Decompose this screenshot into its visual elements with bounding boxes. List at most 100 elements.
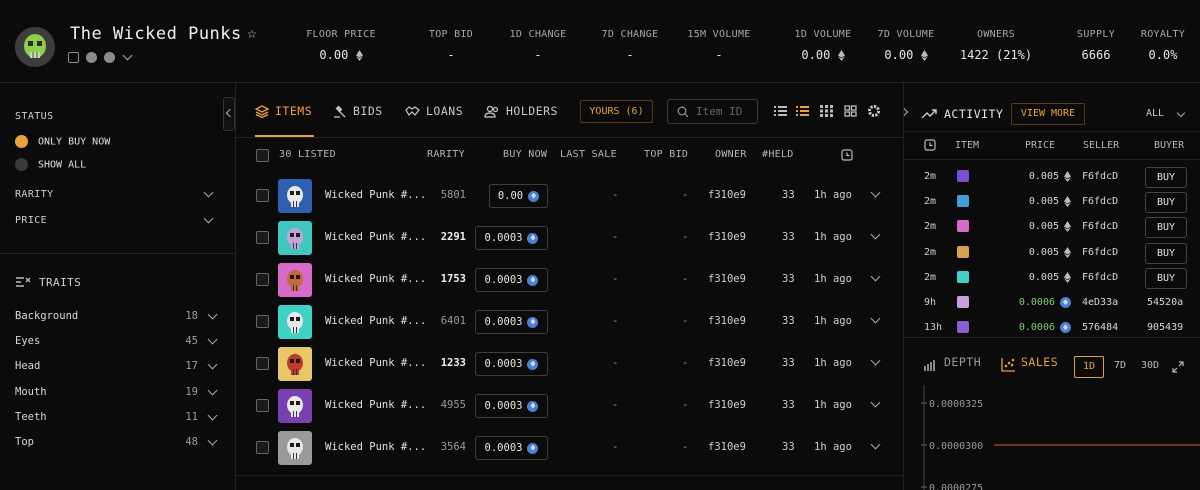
favorite-star-icon[interactable]: ☆	[247, 23, 257, 42]
nft-name[interactable]: Wicked Punk #...	[325, 441, 426, 453]
item-thumbnail[interactable]	[957, 270, 969, 283]
copy-icon[interactable]	[68, 52, 79, 63]
settings-gear-icon[interactable]	[867, 104, 881, 118]
row-checkbox[interactable]	[256, 315, 269, 328]
depth-tab[interactable]: DEPTH	[944, 355, 981, 369]
activity-row[interactable]: 2m 0.005 F6fdcD BUY	[904, 215, 1200, 240]
clock-icon[interactable]	[841, 149, 853, 161]
row-checkbox[interactable]	[256, 231, 269, 244]
tab-loans[interactable]: LOANS	[405, 104, 463, 118]
view-more-button[interactable]: VIEW MORE	[1011, 103, 1085, 125]
buy-button[interactable]: BUY	[1145, 242, 1187, 264]
trait-filter-background[interactable]: Background 18	[15, 309, 220, 322]
seller-address[interactable]: F6fdcD	[1082, 247, 1118, 258]
chevron-down-icon[interactable]	[870, 355, 881, 366]
table-row[interactable]: Wicked Punk #... 5801 0.00 - - f310e9 33 1h ago	[236, 175, 903, 217]
buy-now-button[interactable]: 0.00	[489, 184, 548, 208]
expand-icon[interactable]	[1172, 361, 1184, 373]
website-icon[interactable]	[104, 52, 115, 63]
only-buy-now-option[interactable]: ONLY BUY NOW	[15, 135, 110, 148]
detailed-list-icon[interactable]	[796, 105, 809, 117]
trait-filter-mouth[interactable]: Mouth 19	[15, 385, 220, 398]
nft-thumbnail[interactable]	[278, 263, 312, 297]
select-all-checkbox[interactable]	[256, 149, 269, 162]
range-1d-button[interactable]: 1D	[1074, 356, 1104, 378]
nft-name[interactable]: Wicked Punk #...	[325, 399, 426, 411]
show-all-option[interactable]: SHOW ALL	[15, 158, 86, 171]
nft-name[interactable]: Wicked Punk #...	[325, 357, 426, 369]
range-7d-button[interactable]: 7D	[1107, 356, 1133, 378]
nft-thumbnail[interactable]	[278, 347, 312, 381]
tab-holders[interactable]: HOLDERS	[484, 104, 558, 118]
nft-name[interactable]: Wicked Punk #...	[325, 231, 426, 243]
buy-now-button[interactable]: 0.0003	[475, 310, 548, 334]
chevron-down-icon[interactable]	[122, 50, 133, 61]
nft-name[interactable]: Wicked Punk #...	[325, 315, 426, 327]
trait-filter-teeth[interactable]: Teeth 11	[15, 410, 220, 423]
table-row[interactable]: Wicked Punk #... 1753 0.0003 - - f310e9 33 1h a…	[236, 259, 903, 301]
trait-filter-eyes[interactable]: Eyes 45	[15, 334, 220, 347]
nft-name[interactable]: Wicked Punk #...	[325, 273, 426, 285]
buy-button[interactable]: BUY	[1145, 192, 1187, 214]
nft-thumbnail[interactable]	[278, 389, 312, 423]
chevron-down-icon[interactable]	[870, 397, 881, 408]
column-last-sale[interactable]: LAST SALE	[560, 149, 617, 160]
large-grid-icon[interactable]	[844, 105, 857, 117]
table-row[interactable]: Wicked Punk #... 2291 0.0003 - - f310e9 33 1h a…	[236, 217, 903, 259]
buy-button[interactable]: BUY	[1145, 217, 1187, 239]
owner-address[interactable]: f310e9	[708, 399, 746, 411]
buyer-address[interactable]: 54520a	[1147, 297, 1183, 308]
yours-button[interactable]: YOURS (6)	[580, 100, 653, 123]
activity-row[interactable]: 2m 0.005 F6fdcD BUY	[904, 266, 1200, 291]
activity-row[interactable]: 9h 0.0006 4eD33a 54520a	[904, 291, 1200, 316]
chevron-down-icon[interactable]	[870, 271, 881, 282]
small-grid-icon[interactable]	[820, 105, 833, 117]
chevron-down-icon[interactable]	[203, 213, 214, 224]
column-buy-now[interactable]: BUY NOW	[503, 149, 547, 160]
buy-button[interactable]: BUY	[1145, 167, 1187, 188]
buyer-address[interactable]: 905439	[1147, 322, 1183, 333]
seller-address[interactable]: F6fdcD	[1082, 221, 1118, 232]
column-held[interactable]: #HELD	[762, 149, 794, 160]
column-rarity[interactable]: RARITY	[427, 149, 465, 160]
owner-address[interactable]: f310e9	[708, 231, 746, 243]
table-row[interactable]: Wicked Punk #... 6401 0.0003 - - f310e9 33 1h a…	[236, 301, 903, 343]
seller-address[interactable]: F6fdcD	[1082, 171, 1118, 182]
nft-name[interactable]: Wicked Punk #...	[325, 189, 426, 201]
owner-address[interactable]: f310e9	[708, 273, 746, 285]
price-filter[interactable]: PRICE	[15, 215, 47, 226]
owner-address[interactable]: f310e9	[708, 189, 746, 201]
chevron-down-icon[interactable]	[203, 187, 214, 198]
chevron-down-icon[interactable]	[870, 229, 881, 240]
activity-row[interactable]: 2m 0.005 F6fdcD BUY	[904, 241, 1200, 266]
seller-address[interactable]: 576484	[1082, 322, 1118, 333]
nft-thumbnail[interactable]	[278, 221, 312, 255]
twitter-icon[interactable]	[86, 52, 97, 63]
owner-address[interactable]: f310e9	[708, 357, 746, 369]
seller-address[interactable]: 4eD33a	[1082, 297, 1118, 308]
trait-filter-head[interactable]: Head 17	[15, 359, 220, 372]
row-checkbox[interactable]	[256, 399, 269, 412]
item-thumbnail[interactable]	[957, 195, 969, 208]
sales-tab[interactable]: SALES	[1021, 355, 1058, 369]
tab-items[interactable]: ITEMS	[255, 104, 312, 118]
table-row[interactable]: Wicked Punk #... 3564 0.0003 - - f310e9 33 1h a…	[236, 427, 903, 469]
chevron-down-icon[interactable]	[870, 439, 881, 450]
column-owner[interactable]: OWNER	[715, 149, 747, 160]
item-thumbnail[interactable]	[957, 170, 969, 182]
item-thumbnail[interactable]	[957, 321, 969, 334]
table-row[interactable]: Wicked Punk #... 4955 0.0003 - - f310e9 33 1h a…	[236, 385, 903, 427]
list-view-icon[interactable]	[774, 105, 787, 117]
buy-now-button[interactable]: 0.0003	[475, 226, 548, 250]
buy-button[interactable]: BUY	[1145, 267, 1187, 289]
activity-row[interactable]: 2m 0.005 F6fdcD BUY	[904, 165, 1200, 190]
seller-address[interactable]: F6fdcD	[1082, 272, 1118, 283]
activity-row[interactable]: 2m 0.005 F6fdcD BUY	[904, 190, 1200, 215]
buy-now-button[interactable]: 0.0003	[475, 268, 548, 292]
owner-address[interactable]: f310e9	[708, 441, 746, 453]
owner-address[interactable]: f310e9	[708, 315, 746, 327]
nft-thumbnail[interactable]	[278, 305, 312, 339]
buy-now-button[interactable]: 0.0003	[475, 436, 548, 460]
buy-now-button[interactable]: 0.0003	[475, 394, 548, 418]
row-checkbox[interactable]	[256, 441, 269, 454]
